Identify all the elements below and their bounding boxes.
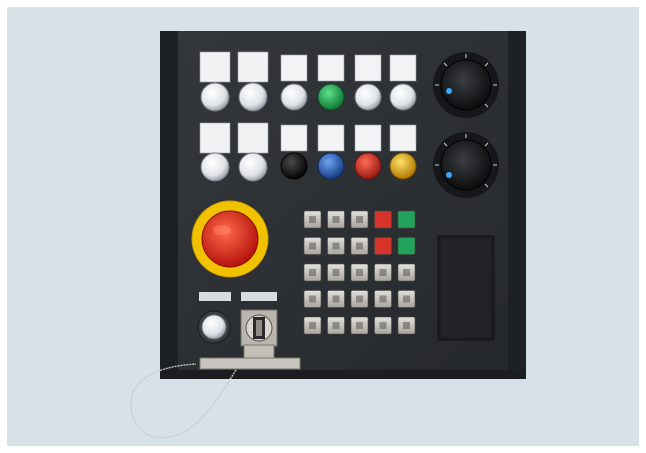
button-white[interactable] (199, 51, 231, 112)
key-symbol-icon (379, 269, 387, 276)
button-white[interactable] (237, 122, 269, 182)
keypad-key[interactable] (374, 237, 392, 255)
key-switch-icon[interactable] (240, 309, 278, 364)
keypad-key[interactable] (374, 210, 392, 229)
key-symbol-icon (309, 216, 316, 223)
key-symbol-icon (379, 322, 387, 329)
button-white[interactable] (197, 310, 231, 344)
key-symbol-icon (356, 295, 363, 303)
emergency-stop-icon[interactable] (191, 200, 269, 278)
keypad-key[interactable] (397, 237, 416, 255)
key-symbol-icon (332, 269, 340, 276)
key-symbol-icon (403, 295, 410, 303)
label-strip (241, 292, 277, 301)
blank-slot (437, 235, 495, 341)
key-symbol-icon (403, 322, 410, 329)
key-symbol-icon (332, 216, 340, 223)
key-symbol-icon (356, 269, 363, 276)
key-symbol-icon (403, 269, 410, 276)
rotary-knob-icon[interactable] (433, 52, 499, 118)
key-symbol-icon (332, 242, 340, 250)
key-symbol-icon (356, 216, 363, 223)
button-white[interactable] (237, 51, 269, 112)
key-symbol-icon (356, 242, 363, 250)
key-symbol-icon (309, 269, 316, 276)
button-white[interactable] (199, 122, 231, 182)
key-symbol-icon (309, 242, 316, 250)
key-symbol-icon (356, 322, 363, 329)
control-panel-photo (130, 31, 526, 439)
key-symbol-icon (309, 295, 316, 303)
key-symbol-icon (332, 295, 340, 303)
keypad-key[interactable] (397, 210, 416, 229)
key-symbol-icon (379, 295, 387, 303)
rotary-knob-icon[interactable] (433, 132, 499, 198)
key-symbol-icon (332, 322, 340, 329)
label-strip (199, 292, 231, 301)
key-symbol-icon (309, 322, 316, 329)
